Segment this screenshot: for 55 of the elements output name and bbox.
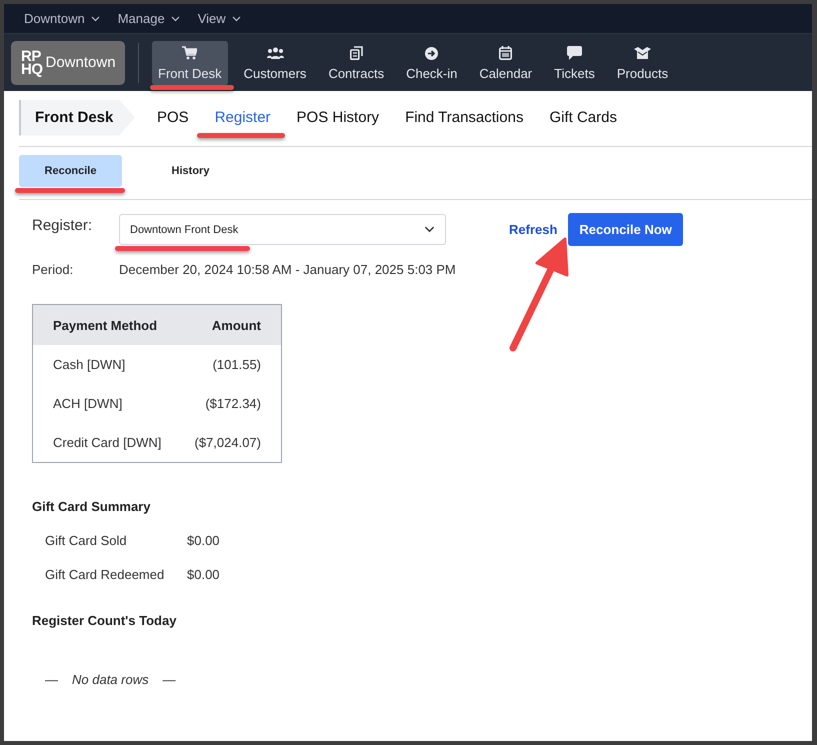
empty-message: No data rows <box>72 672 149 687</box>
cart-icon <box>182 46 198 60</box>
chevron-down-icon <box>424 226 435 233</box>
arrow-circle-icon <box>425 46 438 60</box>
logo-text: RP <box>21 50 41 62</box>
summary-label: Gift Card Sold <box>45 533 128 548</box>
section-tab[interactable]: POS <box>157 109 189 126</box>
chevron-down-icon <box>232 16 241 22</box>
breadcrumb: Front Desk <box>19 100 135 136</box>
calendar-icon <box>499 46 512 60</box>
table-cell: ACH [DWN] <box>32 384 169 423</box>
summary-value: $0.00 <box>187 567 221 582</box>
section-heading: Gift Card Summary <box>32 499 152 514</box>
users-icon <box>266 47 284 59</box>
section-heading: Register Count's Today <box>32 613 178 628</box>
menu-button[interactable]: Manage <box>118 11 180 26</box>
chevron-down-icon <box>170 16 180 22</box>
nav-button[interactable]: Products <box>610 40 674 84</box>
location-name: Downtown <box>46 54 116 71</box>
summary-label: Gift Card Redeemed <box>45 567 166 582</box>
nav-button[interactable]: Tickets <box>548 40 601 84</box>
speech-bubble-icon <box>566 46 582 60</box>
period-value: December 20, 2024 10:58 AM - January 07, 2025 5:03 PM <box>119 262 456 277</box>
box-icon <box>634 46 651 60</box>
field-label: Register: <box>32 217 94 234</box>
menu-button[interactable]: View <box>198 11 241 26</box>
nav-button[interactable]: Calendar <box>473 40 538 84</box>
sub-tab[interactable]: Reconcile <box>19 155 122 187</box>
table-cell: ($172.34) <box>168 384 282 423</box>
logo-text: HQ <box>21 62 42 76</box>
section-tab[interactable]: Find Transactions <box>405 109 524 126</box>
field-label: Period: <box>32 262 74 277</box>
register-select[interactable]: Downtown Front Desk <box>119 214 446 245</box>
summary-value: $0.00 <box>187 533 221 548</box>
refresh-link[interactable]: Refresh <box>509 222 558 237</box>
nav-button[interactable]: Front Desk <box>152 40 228 84</box>
column-header: Amount <box>168 304 282 345</box>
column-header: Payment Method <box>32 304 169 345</box>
section-tab[interactable]: Register <box>214 109 271 126</box>
documents-icon <box>350 46 363 60</box>
chevron-down-icon <box>90 16 100 22</box>
table-cell: Credit Card [DWN] <box>32 423 169 462</box>
nav-button[interactable]: Customers <box>238 40 312 84</box>
dash-text: — <box>45 672 58 687</box>
menu-button[interactable]: Downtown <box>24 11 100 26</box>
sub-tab[interactable]: History <box>139 155 242 187</box>
reconcile-button[interactable]: Reconcile Now <box>568 213 683 246</box>
dash-text: — <box>162 672 176 687</box>
nav-button[interactable]: Contracts <box>322 40 390 84</box>
table-cell: Cash [DWN] <box>32 345 169 384</box>
section-tab[interactable]: Gift Cards <box>549 109 617 126</box>
table-cell: (101.55) <box>168 345 282 384</box>
table-cell: ($7,024.07) <box>168 423 282 462</box>
nav-button[interactable]: Check-in <box>400 40 464 84</box>
section-tab[interactable]: POS History <box>296 109 380 126</box>
